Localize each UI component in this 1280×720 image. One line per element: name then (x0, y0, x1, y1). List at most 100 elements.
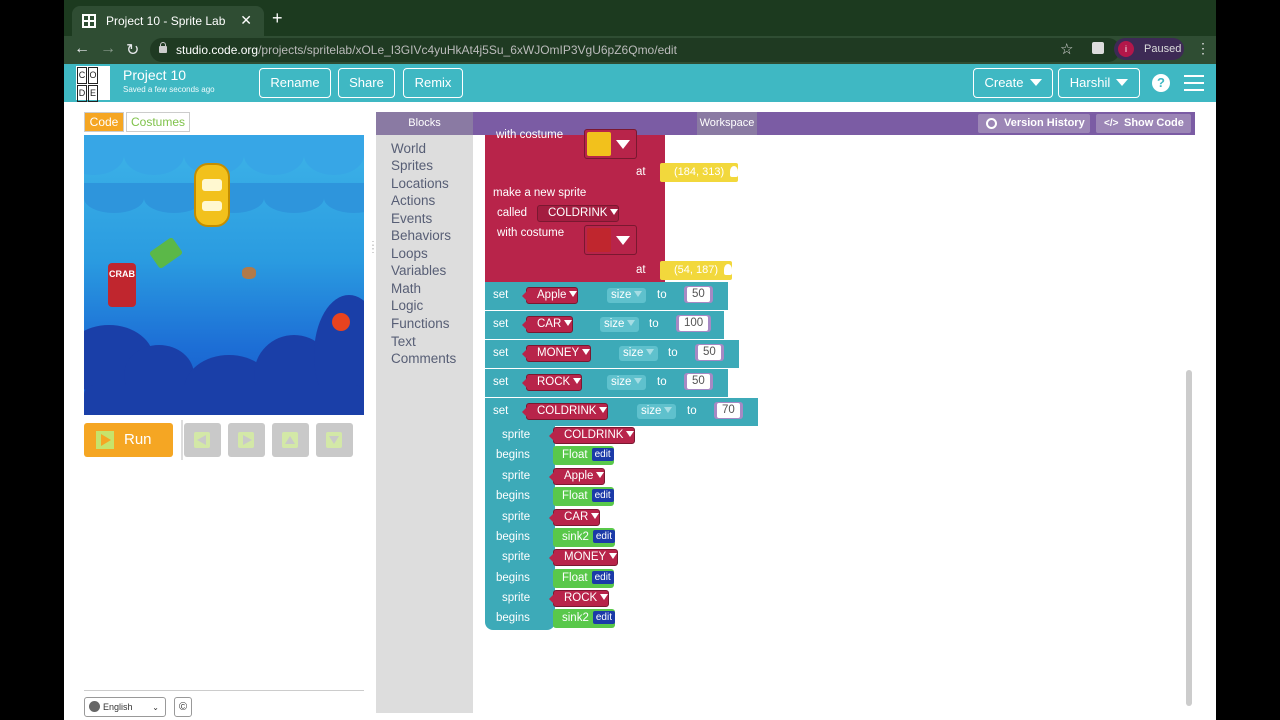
left-arrow-button[interactable] (184, 423, 221, 457)
category-functions[interactable]: Functions (391, 316, 450, 331)
category-variables[interactable]: Variables (391, 263, 446, 278)
sprite-dropdown[interactable]: COLDRINK (548, 427, 636, 444)
code-org-logo[interactable]: C O D E (76, 66, 110, 102)
edit-behavior-button[interactable]: edit (591, 489, 614, 502)
costume-dropdown[interactable] (584, 225, 637, 255)
sprite-dropdown[interactable]: Apple (548, 468, 606, 485)
up-arrow-button[interactable] (272, 423, 309, 457)
create-dropdown[interactable]: Create (973, 68, 1053, 98)
workspace-scrollbar[interactable] (1186, 370, 1192, 706)
sprite-dropdown[interactable]: Apple (521, 287, 579, 304)
sprite-dropdown[interactable]: ROCK (548, 590, 610, 607)
sprite-dropdown[interactable]: COLDRINK (521, 403, 609, 420)
begins-label: begins (496, 531, 530, 543)
browser-tab[interactable]: Project 10 - Sprite Lab ✕ (72, 6, 264, 36)
number-value: 70 (717, 403, 740, 418)
category-locations[interactable]: Locations (391, 176, 449, 191)
behavior-block[interactable]: Float edit (553, 487, 614, 506)
game-stage[interactable]: CRAB (84, 135, 364, 415)
bookmark-star-icon[interactable]: ☆ (1060, 40, 1073, 58)
category-actions[interactable]: Actions (391, 193, 435, 208)
property-dropdown[interactable]: size (637, 404, 677, 419)
location-block[interactable]: (184, 313) (660, 163, 739, 182)
location-pin-icon (724, 264, 733, 275)
car-costume-thumbnail (587, 132, 611, 156)
new-tab-icon[interactable]: + (272, 8, 283, 29)
costume-dropdown[interactable] (584, 129, 637, 159)
with-costume-label: with costume (496, 129, 564, 141)
edit-behavior-button[interactable]: edit (592, 530, 615, 543)
code-icon: </> (1104, 118, 1119, 129)
reload-icon[interactable]: ↻ (126, 40, 139, 60)
sprite-dropdown[interactable]: ROCK (521, 374, 583, 391)
category-events[interactable]: Events (391, 211, 432, 226)
category-math[interactable]: Math (391, 281, 421, 296)
right-arrow-button[interactable] (228, 423, 265, 457)
edit-behavior-button[interactable]: edit (591, 448, 614, 461)
forward-icon[interactable]: → (100, 40, 116, 58)
clock-icon (986, 118, 997, 129)
sprite-label: sprite (502, 551, 531, 563)
category-sprites[interactable]: Sprites (391, 158, 433, 173)
remix-button[interactable]: Remix (403, 68, 463, 98)
behavior-block[interactable]: sink2 edit (553, 528, 615, 547)
version-history-button[interactable]: Version History (978, 114, 1090, 133)
show-code-button[interactable]: </> Show Code (1096, 114, 1191, 133)
to-label: to (668, 347, 678, 359)
location-block[interactable]: (54, 187) (660, 261, 733, 280)
sprite-value: ROCK (537, 376, 571, 388)
behavior-block[interactable]: Float edit (553, 446, 614, 465)
property-dropdown[interactable]: size (600, 317, 640, 332)
user-dropdown[interactable]: Harshil (1058, 68, 1140, 98)
extensions-icon[interactable] (1092, 42, 1104, 54)
property-dropdown[interactable]: size (607, 375, 647, 390)
category-world[interactable]: World (391, 141, 426, 156)
edit-behavior-button[interactable]: edit (592, 611, 615, 624)
sprite-label: sprite (502, 592, 531, 604)
property-dropdown[interactable]: size (607, 288, 647, 303)
hamburger-menu-icon[interactable] (1184, 75, 1204, 91)
property-dropdown[interactable]: size (619, 346, 659, 361)
category-behaviors[interactable]: Behaviors (391, 228, 451, 243)
category-text[interactable]: Text (391, 334, 416, 349)
copyright-button[interactable]: © (174, 697, 192, 717)
language-select[interactable]: English ⌄ (84, 697, 166, 717)
behavior-block[interactable]: sink2 edit (553, 609, 615, 628)
workspace-header: Workspace (697, 112, 757, 135)
behavior-block[interactable]: Float edit (553, 569, 614, 588)
sprite-name-dropdown[interactable]: COLDRINK (537, 205, 620, 222)
sprite-dropdown[interactable]: CAR (548, 509, 601, 526)
profile-paused-button[interactable]: i Paused (1114, 38, 1184, 60)
browser-menu-icon[interactable]: ⋮ (1196, 40, 1210, 57)
sprite-label: sprite (502, 470, 531, 482)
property-value: size (641, 405, 662, 417)
sprite-dropdown[interactable]: CAR (521, 316, 574, 333)
address-bar[interactable]: studio.code.org/projects/spritelab/xOLe_… (150, 38, 1120, 62)
dropdown-arrow-icon (664, 407, 673, 413)
dropdown-arrow-icon (616, 236, 630, 245)
number-input[interactable]: 50 (684, 286, 713, 303)
share-button[interactable]: Share (338, 68, 395, 98)
costumes-tab[interactable]: Costumes (126, 112, 190, 132)
run-button[interactable]: Run (84, 423, 173, 457)
rename-button[interactable]: Rename (259, 68, 331, 98)
footer-divider (84, 690, 364, 691)
chevron-down-icon: ⌄ (152, 703, 159, 712)
category-loops[interactable]: Loops (391, 246, 428, 261)
sprite-dropdown[interactable]: MONEY (521, 345, 592, 362)
edit-behavior-button[interactable]: edit (591, 571, 614, 584)
number-input[interactable]: 70 (714, 402, 743, 419)
category-logic[interactable]: Logic (391, 298, 423, 313)
number-input[interactable]: 50 (695, 344, 724, 361)
close-tab-icon[interactable]: ✕ (240, 12, 252, 29)
code-tab[interactable]: Code (84, 112, 124, 132)
number-input[interactable]: 50 (684, 373, 713, 390)
property-value: size (611, 289, 632, 301)
url-path: /projects/spritelab/xOLe_I3GIVc4yuHkAt4j… (258, 43, 677, 57)
back-icon[interactable]: ← (74, 40, 90, 58)
sprite-dropdown[interactable]: MONEY (548, 549, 619, 566)
number-input[interactable]: 100 (676, 315, 712, 332)
help-icon[interactable]: ? (1152, 74, 1170, 92)
down-arrow-button[interactable] (316, 423, 353, 457)
category-comments[interactable]: Comments (391, 351, 456, 366)
